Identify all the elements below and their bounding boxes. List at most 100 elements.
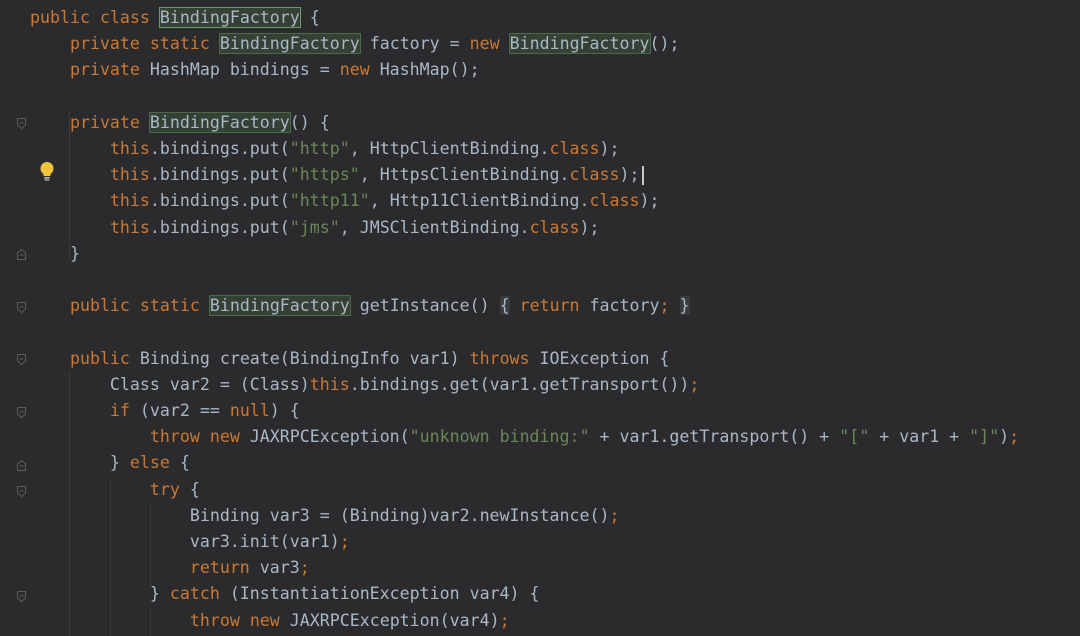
code-token: .bindings.put(	[149, 165, 290, 185]
code-line[interactable]: private HashMap bindings = new HashMap()…	[30, 57, 480, 83]
string-token: "["	[839, 427, 870, 447]
code-token: , HttpsClientBinding.	[359, 165, 570, 185]
keyword-token: new	[249, 610, 280, 630]
code-token: factory =	[359, 34, 470, 54]
code-token: {	[299, 8, 320, 27]
code-line[interactable]: this.bindings.put("jms", JMSClientBindin…	[30, 215, 600, 241]
keyword-token: private	[69, 112, 140, 132]
fold-marker-icon[interactable]	[17, 591, 26, 602]
code-token: (var2 ==	[129, 401, 230, 420]
fold-marker-icon[interactable]	[17, 486, 26, 497]
keyword-token: null	[229, 401, 270, 420]
code-line[interactable]: public static BindingFactory getInstance…	[30, 293, 690, 319]
keyword-token: ;	[689, 374, 700, 394]
fold-marker-icon[interactable]	[17, 249, 26, 260]
code-line[interactable]: Binding var3 = (Binding)var2.newInstance…	[30, 503, 620, 529]
code-token: );	[619, 165, 640, 185]
string-token: "http"	[289, 139, 350, 158]
code-line[interactable]: this.bindings.put("http11", Http11Client…	[30, 188, 660, 214]
keyword-token: catch	[169, 584, 220, 604]
keyword-token: try	[149, 479, 180, 499]
keyword-token: ;	[339, 532, 350, 551]
code-token: );	[579, 217, 600, 237]
fold-marker-icon[interactable]	[17, 407, 26, 418]
fold-marker-icon[interactable]	[17, 302, 26, 313]
keyword-token: this	[109, 165, 150, 185]
code-token: IOException {	[529, 348, 670, 368]
keyword-token: throws	[469, 348, 530, 368]
code-line[interactable]: private BindingFactory() {	[30, 110, 330, 136]
code-line[interactable]: } catch (InstantiationException var4) {	[30, 581, 540, 607]
code-token: }	[30, 453, 130, 473]
keyword-token: private	[69, 60, 140, 80]
keyword-token: new	[339, 60, 370, 80]
string-token: "http11"	[289, 191, 370, 211]
keyword-token: throw	[189, 610, 240, 630]
code-token: + var1.getTransport() +	[589, 427, 840, 447]
code-line[interactable]: this.bindings.put("http", HttpClientBind…	[30, 136, 620, 162]
code-token: getInstance()	[349, 296, 500, 316]
code-token: }	[30, 584, 170, 604]
keyword-token: if	[109, 401, 130, 420]
code-line[interactable]: return var3;	[30, 555, 310, 581]
code-line[interactable]: public Binding create(BindingInfo var1) …	[30, 346, 669, 372]
code-token: {	[169, 453, 190, 473]
keyword-token: this	[109, 191, 150, 211]
keyword-token: new	[469, 34, 500, 54]
code-line[interactable]: this.bindings.put("https", HttpsClientBi…	[30, 162, 640, 188]
code-token: Class var2 = (Class)	[30, 374, 310, 394]
keyword-token: public	[69, 296, 130, 316]
code-line[interactable]: throw new JAXRPCException(var4);	[30, 608, 510, 634]
code-token: }	[30, 243, 80, 263]
code-line[interactable]: public class BindingFactory {	[30, 5, 320, 31]
code-line[interactable]: }	[30, 241, 80, 267]
code-token: var3	[249, 558, 300, 578]
code-line[interactable]: var3.init(var1);	[30, 529, 350, 555]
code-token: .bindings.put(	[149, 217, 290, 237]
keyword-token: throw	[149, 427, 200, 447]
keyword-token: ;	[299, 558, 310, 578]
fold-marker-icon[interactable]	[17, 460, 26, 471]
code-token: factory	[579, 296, 660, 316]
text-caret	[642, 166, 644, 185]
code-line[interactable]: throw new JAXRPCException("unknown bindi…	[30, 424, 1019, 450]
keyword-token: return	[519, 296, 580, 316]
code-token: )	[999, 427, 1010, 447]
code-line[interactable]: } else {	[30, 450, 190, 476]
code-line[interactable]: private static BindingFactory factory = …	[30, 31, 679, 57]
code-line[interactable]: if (var2 == null) {	[30, 398, 300, 424]
code-token: var3.init(var1)	[30, 532, 340, 551]
keyword-token: public	[30, 8, 90, 27]
string-token: "jms"	[289, 217, 340, 237]
keyword-token: this	[309, 374, 350, 394]
keyword-token: class	[569, 165, 620, 185]
fold-marker-icon[interactable]	[17, 118, 26, 129]
keyword-token: ;	[1009, 427, 1020, 447]
keyword-token: class	[529, 217, 580, 237]
fold-marker-icon[interactable]	[17, 354, 26, 365]
code-line[interactable]: try {	[30, 477, 200, 503]
code-token: }	[679, 296, 690, 316]
code-token: HashMap();	[369, 60, 480, 80]
code-editor[interactable]: public class BindingFactory { private st…	[0, 0, 1080, 636]
keyword-token: else	[129, 453, 170, 473]
keyword-token: class	[589, 191, 640, 211]
code-line[interactable]: Class var2 = (Class)this.bindings.get(va…	[30, 372, 699, 398]
keyword-token: ;	[609, 505, 620, 525]
